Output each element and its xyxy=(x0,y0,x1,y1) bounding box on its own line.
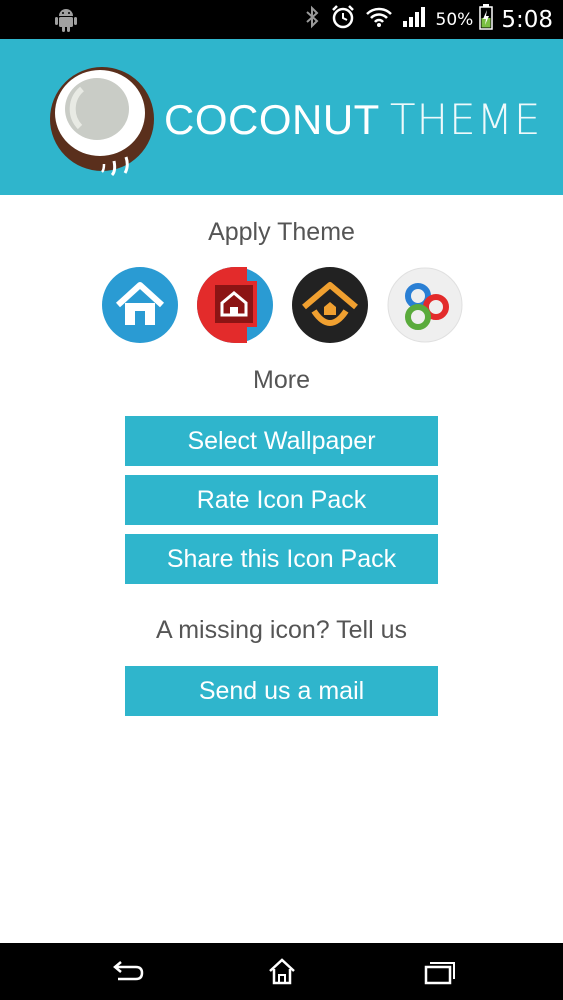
blue-home-launcher-icon[interactable] xyxy=(102,267,178,343)
rate-icon-pack-button[interactable]: Rate Icon Pack xyxy=(125,475,438,525)
screen: 50% 5:08 COCONUT THEME Apply Theme More … xyxy=(0,0,563,1000)
status-bar: 50% 5:08 xyxy=(0,0,563,39)
title-bold: COCONUT xyxy=(164,96,380,143)
recent-apps-icon[interactable] xyxy=(418,953,458,991)
red-home-launcher-icon[interactable] xyxy=(197,267,273,343)
battery-percent: 50% xyxy=(435,9,474,30)
back-icon[interactable] xyxy=(106,953,146,991)
signal-icon xyxy=(402,6,426,33)
wifi-icon xyxy=(365,6,392,33)
status-icons: 50% 5:08 xyxy=(304,0,553,39)
app-header: COCONUT THEME xyxy=(0,39,563,195)
orange-home-launcher-icon[interactable] xyxy=(292,267,368,343)
battery-charging-icon xyxy=(479,4,494,35)
launcher-row xyxy=(102,267,463,345)
go-launcher-icon[interactable] xyxy=(387,267,463,343)
android-icon xyxy=(54,6,78,32)
app-title: COCONUT THEME xyxy=(164,95,541,144)
missing-icon-heading: A missing icon? Tell us xyxy=(155,616,408,644)
navigation-bar xyxy=(0,943,563,1000)
bluetooth-icon xyxy=(304,5,320,34)
more-heading: More xyxy=(253,366,310,394)
share-icon-pack-button[interactable]: Share this Icon Pack xyxy=(125,534,438,584)
home-icon[interactable] xyxy=(262,953,302,991)
title-light: THEME xyxy=(389,95,542,144)
select-wallpaper-button[interactable]: Select Wallpaper xyxy=(125,416,438,466)
send-mail-button[interactable]: Send us a mail xyxy=(125,666,438,716)
coconut-logo-icon xyxy=(44,61,160,177)
alarm-icon xyxy=(330,4,356,35)
clock: 5:08 xyxy=(501,6,553,33)
apply-theme-heading: Apply Theme xyxy=(208,218,355,246)
